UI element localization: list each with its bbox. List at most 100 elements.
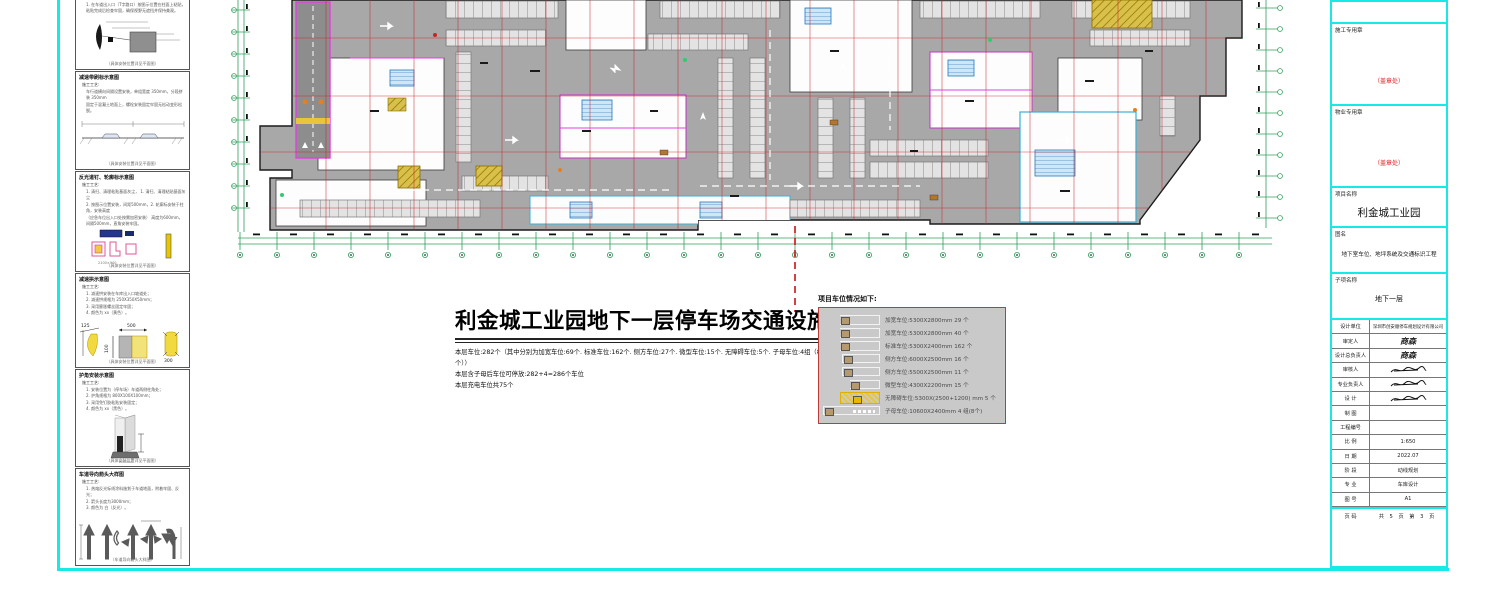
seal-placeholder-text: （盖章处） [1332, 76, 1446, 85]
legend-item: 标准车位:5300X2400mm 162 个 [823, 339, 1001, 352]
detail-panel-road-studs: 反光道钉、轮廓标示意图 施工工艺: 1. 清扫、清理粘贴基面灰尘， 1. 清扫、… [75, 171, 190, 272]
subitem-name: 地下一层 [1332, 294, 1446, 304]
row-label: 设计总负责人 [1332, 349, 1370, 362]
frame-left-border [57, 0, 60, 570]
panel-caption: （车道导向箭头大样图） [76, 557, 189, 563]
row-value: 动线规划 [1370, 467, 1446, 474]
legend-label: 侧方车位:5500X2500mm 11 个 [885, 368, 969, 376]
titleblock-row: 比 例 1:650 [1332, 435, 1446, 449]
row-value: 深圳市创安顺停车规划设计有限公司 [1370, 324, 1446, 330]
titleblock-row: 图 号 A1 [1332, 493, 1446, 507]
car-glyph [844, 356, 853, 364]
rumble-strip-diagram [78, 116, 188, 150]
speed-hump-diagram: 125 500 100 300 [77, 318, 189, 364]
row-value: 1:650 [1370, 439, 1446, 445]
floor-plan-drawing [230, 0, 1295, 322]
panel-notes: 车行道横向间隔设置安装，单组宽度 350mm，分段拼装 350mm 固定于混凝土… [86, 89, 186, 115]
panel-title: 车道导向箭头大样图 [79, 471, 189, 478]
panel-title: 反光道钉、轮廓标示意图 [79, 174, 189, 181]
panel-subtitle: 施工工艺: [82, 380, 189, 386]
panel-caption: （具体安装位置详见平面图） [76, 61, 189, 67]
row-label: 审定人 [1332, 334, 1370, 347]
row-label: 专 业 [1332, 478, 1370, 491]
titleblock-row: 日 期 2022.07 [1332, 450, 1446, 464]
legend-item: 微型车位:4300X2200mm 15 个 [823, 378, 1001, 391]
drawing-name-label: 图名 [1335, 230, 1346, 238]
legend-label: 微型车位:4300X2200mm 15 个 [885, 381, 969, 389]
panel-title: 护角安装示意图 [79, 372, 189, 379]
detail-panel-lane-arrows: 车道导向箭头大样图 施工工艺: 1. 热熔反光标线涂料施划于车道地面，附着牢固、… [75, 468, 190, 566]
legend-label: 加宽车位:5300X2800mm 29 个 [885, 316, 969, 324]
row-label: 设计单位 [1332, 320, 1370, 333]
car-glyph [841, 330, 850, 338]
panel-caption: （具体安装位置详见平面图） [76, 458, 189, 464]
legend-label: 子母车位:10600X2400mm 4 组(8个) [885, 407, 982, 415]
seal-placeholder-text: （盖章处） [1332, 158, 1446, 167]
legend-box: 加宽车位:5300X2800mm 29 个 加宽车位:5300X2800mm 4… [818, 307, 1006, 424]
project-name: 利金城工业园 [1332, 205, 1446, 220]
titleblock-row: 设 计 [1332, 392, 1446, 406]
subitem-label: 子项名称 [1335, 276, 1357, 284]
drawing-sheet: 1. 在车道出入口（T字路口）按图示位置在柱面上粘贴， 粘贴完成后检查牢固，确保… [0, 0, 1510, 600]
row-label: 阶 段 [1332, 464, 1370, 477]
svg-text:500: 500 [127, 323, 136, 329]
titleblock-row: 设计总负责人 商森 [1332, 349, 1446, 363]
detail-panel-speed-hump: 减速拱示意图 施工工艺: 1. 减速拱安装在车库出入口坡道处； 2. 减速拱规格… [75, 273, 190, 368]
frame-bottom-border [57, 568, 1449, 571]
stall-type-icon [823, 392, 885, 404]
legend-item: 加宽车位:5300X2800mm 40 个 [823, 326, 1001, 339]
legend-item: 加宽车位:5300X2800mm 29 个 [823, 313, 1001, 326]
signature-table: 设计单位 深圳市创安顺停车规划设计有限公司 审定人 商森 设计总负责人 商森 审… [1332, 320, 1446, 507]
floor-plan-area [230, 0, 1295, 322]
car-glyph [825, 408, 834, 416]
drawing-name-section: 图名 地下室车位、地坪系统及交通标识工程 [1332, 228, 1446, 274]
stall-type-icon [823, 341, 885, 351]
titleblock-row: 审定人 商森 [1332, 334, 1446, 348]
stall-type-icon [823, 406, 885, 415]
panel-subtitle: 施工工艺: [82, 479, 189, 485]
parking-legend: 项目车位情况如下: 加宽车位:5300X2800mm 29 个 加宽车位:530… [818, 294, 1006, 424]
stall-type-icon [823, 328, 885, 338]
row-value: 商森 [1370, 350, 1446, 361]
svg-text:100: 100 [104, 344, 110, 353]
titleblock-row: 专业负责人 [1332, 378, 1446, 392]
property-seal-section: 物业专用章 （盖章处） [1332, 106, 1446, 188]
panel-subtitle: 施工工艺: [82, 284, 189, 290]
legend-item: 侧方车位:5500X2500mm 11 个 [823, 365, 1001, 378]
property-seal-label: 物业专用章 [1335, 108, 1363, 116]
legend-item: 子母车位:10600X2400mm 4 组(8个) [823, 404, 1001, 417]
panel-title: 减速拱示意图 [79, 276, 189, 283]
stall-type-icon [823, 315, 885, 325]
row-value [1370, 365, 1446, 375]
car-glyph [851, 382, 860, 390]
detail-panel-corner-guard: 护角安装示意图 施工工艺: 1. 安装位置为（停车场）车道两侧柱角处； 2. 护… [75, 369, 190, 467]
page-value: 共 5 页 第 3 页 [1369, 513, 1446, 520]
legend-title: 项目车位情况如下: [818, 294, 1006, 304]
legend-label: 侧方车位:6000X2500mm 16 个 [885, 355, 969, 363]
titleblock-row: 设计单位 深圳市创安顺停车规划设计有限公司 [1332, 320, 1446, 334]
panel-notes: 1. 热熔反光标线涂料施划于车道地面，附着牢固、反光； 2. 箭头长度为3000… [86, 486, 186, 512]
panel-notes: 1. 清扫、清理粘贴基面灰尘， 1. 清扫、清理粘贴基面灰尘 2. 按图示位置安… [86, 189, 186, 227]
detail-sidebar: 1. 在车道出入口（T字路口）按图示位置在柱面上粘贴， 粘贴完成后检查牢固，确保… [75, 0, 192, 566]
main-title-block: 利金城工业园地下一层停车场交通设施平面图 本层车位:282个（其中分别为加宽车位… [455, 304, 821, 391]
stall-type-icon [823, 354, 885, 363]
convex-mirror-diagram [78, 16, 188, 54]
panel-notes: 1. 减速拱安装在车库出入口坡道处； 2. 减速拱规格为 250X350X50m… [86, 291, 186, 317]
row-value: 2022.07 [1370, 453, 1446, 459]
legend-label: 加宽车位:5300X2800mm 40 个 [885, 329, 969, 337]
stall-type-icon [823, 367, 885, 376]
car-glyph [841, 343, 850, 351]
panel-notes: 1. 安装位置为（停车场）车道两侧柱角处； 2. 护角规格为 800X100X1… [86, 387, 186, 413]
row-value: A1 [1370, 496, 1446, 502]
row-label: 比 例 [1332, 435, 1370, 448]
titleblock-row: 专 业 车库设计 [1332, 478, 1446, 492]
row-label: 图 号 [1332, 493, 1370, 506]
panel-subtitle: 施工工艺: [82, 82, 189, 88]
detail-panel-rumble-strip: 减速带刷标示意图 施工工艺: 车行道横向间隔设置安装，单组宽度 350mm，分段… [75, 71, 190, 170]
row-label: 审核人 [1332, 363, 1370, 376]
row-label: 制 图 [1332, 406, 1370, 419]
construction-seal-label: 施工专用章 [1335, 26, 1363, 34]
plan-notes: 本层车位:282个（其中分别为加宽车位:69个. 标准车位:162个. 侧方车位… [455, 347, 821, 391]
row-value: 商森 [1370, 336, 1446, 347]
row-label: 专业负责人 [1332, 378, 1370, 391]
